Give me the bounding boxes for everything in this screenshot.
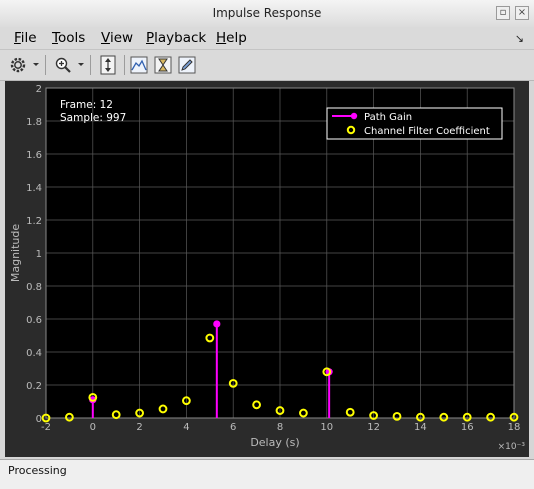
sample-label: Sample: 997 xyxy=(60,112,126,124)
x-tick-label: 14 xyxy=(414,422,427,433)
toolbar-divider xyxy=(90,55,91,75)
settings-dropdown-icon[interactable] xyxy=(30,54,42,76)
dock-arrow-icon[interactable]: ↘ xyxy=(515,32,524,45)
x-tick-label: -2 xyxy=(41,422,51,433)
x-tick-label: 0 xyxy=(90,422,96,433)
close-button[interactable]: × xyxy=(515,6,529,20)
settings-gear-icon[interactable] xyxy=(6,54,30,76)
x-tick-label: 4 xyxy=(183,422,189,433)
y-tick-label: 1.6 xyxy=(26,150,42,161)
x-exponent-label: ×10⁻³ xyxy=(498,442,526,452)
edit-icon[interactable] xyxy=(176,54,198,76)
menu-help[interactable]: Help xyxy=(216,30,247,46)
hourglass-icon[interactable] xyxy=(152,54,174,76)
title-bar: Impulse Response ▫ × xyxy=(0,0,534,28)
zoom-in-icon[interactable] xyxy=(51,54,75,76)
menu-bar: File Tools View Playback Help ↘ xyxy=(0,27,534,49)
y-tick-label: 1.8 xyxy=(26,117,42,128)
x-tick-label: 12 xyxy=(367,422,380,433)
x-tick-label: 10 xyxy=(320,422,333,433)
status-text: Processing xyxy=(8,464,67,477)
menu-view[interactable]: View xyxy=(101,30,133,46)
toolbar xyxy=(0,49,534,81)
legend[interactable]: Path Gain Channel Filter Coefficient xyxy=(326,107,503,140)
impulse-response-chart: -2 0 2 4 6 8 10 12 14 16 1800.20.40.60.811.21.41.6… xyxy=(9,84,526,452)
x-tick-label: 16 xyxy=(461,422,474,433)
y-tick-label: 0.6 xyxy=(26,315,42,326)
frame-label: Frame: 12 xyxy=(60,99,113,111)
stem-plot-icon[interactable] xyxy=(128,54,150,76)
legend-filter-coef-label: Channel Filter Coefficient xyxy=(364,126,490,137)
y-tick-label: 0.4 xyxy=(26,348,42,359)
legend-path-gain-marker xyxy=(350,112,358,120)
y-tick-label: 1.2 xyxy=(26,216,42,227)
x-axis-label: Delay (s) xyxy=(250,436,299,449)
minimize-button[interactable]: ▫ xyxy=(496,6,510,20)
y-axis-label: Magnitude xyxy=(9,224,22,283)
scale-axes-icon[interactable] xyxy=(96,54,120,76)
scope-display: -2 0 2 4 6 8 10 12 14 16 18 0 0.2 0.4 0.6 0.8 1 1.2 1.4 1.6… xyxy=(5,81,529,457)
y-tick-label: 1.4 xyxy=(26,183,42,194)
y-tick-label: 2 xyxy=(36,84,42,95)
menu-playback[interactable]: Playback xyxy=(146,30,206,46)
y-tick-label: 0.2 xyxy=(26,381,42,392)
x-tick-label: 6 xyxy=(230,422,236,433)
menu-tools[interactable]: Tools xyxy=(52,30,85,46)
y-tick-label: 1 xyxy=(36,249,42,260)
menu-file[interactable]: File xyxy=(14,30,37,46)
y-tick-label: 0.8 xyxy=(26,282,42,293)
toolbar-divider xyxy=(45,55,46,75)
x-tick-label: 18 xyxy=(508,422,521,433)
legend-path-gain-label: Path Gain xyxy=(364,112,412,123)
x-tick-label: 8 xyxy=(277,422,283,433)
path-gain-point[interactable] xyxy=(213,320,221,328)
zoom-dropdown-icon[interactable] xyxy=(75,54,87,76)
window-title: Impulse Response xyxy=(212,6,322,20)
y-tick-label: 0 xyxy=(36,414,42,425)
x-tick-label: 2 xyxy=(136,422,142,433)
toolbar-divider xyxy=(124,55,125,75)
status-bar: Processing xyxy=(0,459,534,489)
